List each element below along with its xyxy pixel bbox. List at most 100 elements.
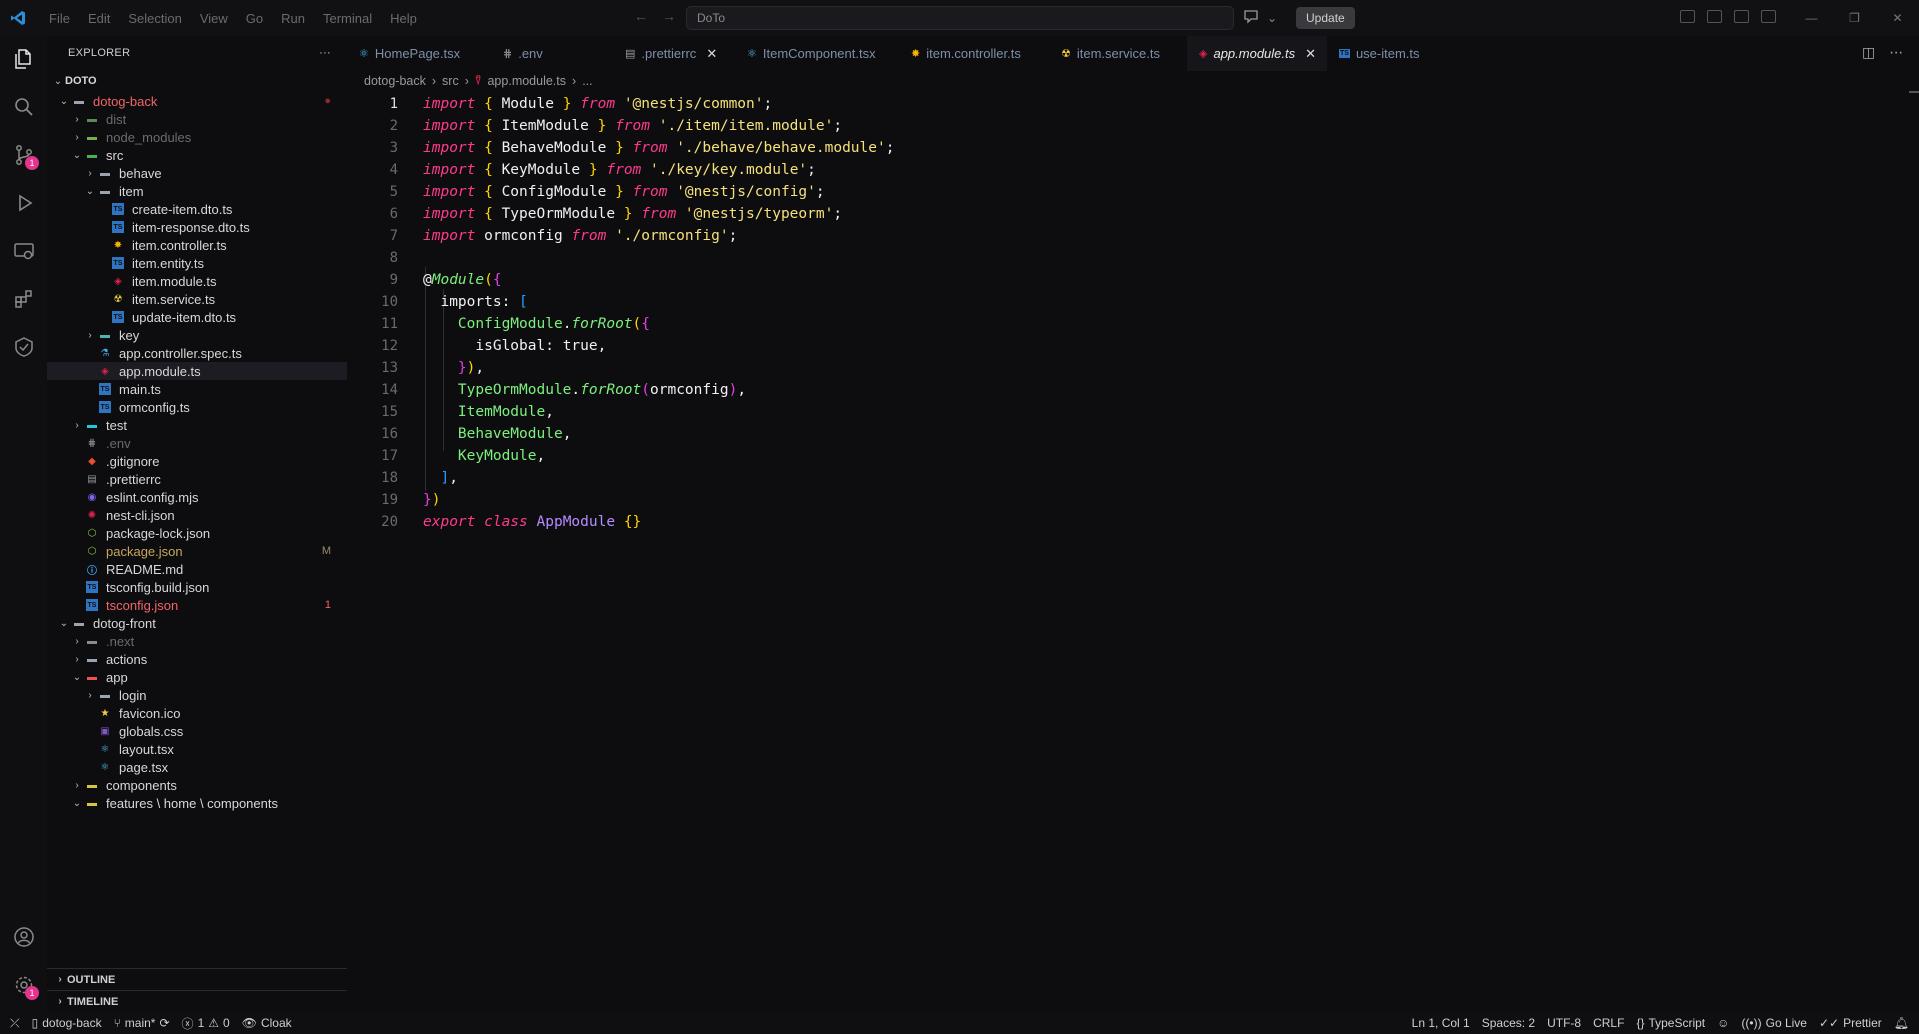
restore-icon[interactable]: ❐ bbox=[1833, 0, 1876, 36]
update-button[interactable]: Update bbox=[1296, 7, 1355, 29]
chevron-down-icon[interactable]: ⌄ bbox=[1267, 11, 1277, 25]
editor-tab[interactable]: ⋕ .env bbox=[491, 36, 613, 71]
file-item[interactable]: ✸ item.controller.ts bbox=[47, 236, 347, 254]
editor-tab[interactable]: TS use-item.ts bbox=[1327, 36, 1435, 71]
file-item[interactable]: ◆ .gitignore bbox=[47, 452, 347, 470]
folder-item[interactable]: › ▬ node_modules bbox=[47, 128, 347, 146]
back-arrow-icon[interactable]: ← bbox=[634, 8, 648, 24]
menu-edit[interactable]: Edit bbox=[79, 11, 119, 26]
toggle-secondary-sidebar-icon[interactable] bbox=[1761, 10, 1776, 23]
encoding[interactable]: UTF-8 bbox=[1541, 1016, 1587, 1030]
forward-arrow-icon[interactable]: → bbox=[662, 8, 676, 24]
file-item[interactable]: ✺ nest-cli.json bbox=[47, 506, 347, 524]
menu-run[interactable]: Run bbox=[272, 11, 314, 26]
outline-section[interactable]: › OUTLINE bbox=[47, 968, 347, 990]
branch-indicator[interactable]: ⑂ main* ⟳ bbox=[108, 1016, 176, 1030]
prettier-status[interactable]: ✓✓ Prettier bbox=[1813, 1016, 1888, 1030]
notifications-bell-icon[interactable]: 🔔︎ bbox=[1888, 1016, 1919, 1030]
split-editor-icon[interactable]: ◫ bbox=[1862, 44, 1875, 61]
customize-layout-icon[interactable] bbox=[1680, 10, 1695, 23]
toggle-primary-sidebar-icon[interactable] bbox=[1707, 10, 1722, 23]
sync-icon[interactable]: ⟳ bbox=[159, 1016, 169, 1030]
accounts-icon[interactable] bbox=[11, 924, 37, 950]
menu-help[interactable]: Help bbox=[381, 11, 426, 26]
menu-file[interactable]: File bbox=[40, 11, 79, 26]
file-item[interactable]: ⓘ README.md bbox=[47, 560, 347, 578]
file-item[interactable]: ◈ app.module.ts bbox=[47, 362, 347, 380]
folder-item[interactable]: › ▬ key bbox=[47, 326, 347, 344]
file-item[interactable]: TS item-response.dto.ts bbox=[47, 218, 347, 236]
end-of-line[interactable]: CRLF bbox=[1587, 1016, 1630, 1030]
folder-item[interactable]: › ▬ login bbox=[47, 686, 347, 704]
copilot-chat-button[interactable]: ⌄ bbox=[1236, 6, 1284, 30]
file-item[interactable]: ◈ item.module.ts bbox=[47, 272, 347, 290]
file-item[interactable]: TS tsconfig.build.json bbox=[47, 578, 347, 596]
remote-explorer-icon[interactable] bbox=[11, 238, 37, 264]
toggle-panel-icon[interactable] bbox=[1734, 10, 1749, 23]
explorer-icon[interactable] bbox=[11, 46, 37, 72]
extensions-icon[interactable] bbox=[11, 286, 37, 312]
editor-tab[interactable]: ⚛ HomePage.tsx bbox=[347, 36, 491, 71]
breadcrumb-file[interactable]: app.module.ts bbox=[487, 74, 566, 88]
testing-icon[interactable] bbox=[11, 334, 37, 360]
folder-item[interactable]: › ▬ test bbox=[47, 416, 347, 434]
folder-item[interactable]: ⌄ ▬ dotog-front bbox=[47, 614, 347, 632]
folder-item[interactable]: › ▬ .next bbox=[47, 632, 347, 650]
file-item[interactable]: ⚛ layout.tsx bbox=[47, 740, 347, 758]
code-editor[interactable]: 1 import { Module } from '@nestjs/common'… bbox=[347, 91, 1919, 1012]
close-tab-icon[interactable]: ✕ bbox=[706, 46, 717, 62]
menu-go[interactable]: Go bbox=[237, 11, 272, 26]
editor-tab[interactable]: ▤ .prettierrc ✕ bbox=[613, 36, 735, 71]
file-item[interactable]: ⚛ page.tsx bbox=[47, 758, 347, 776]
editor-tab[interactable]: ✸ item.controller.ts bbox=[899, 36, 1049, 71]
folder-item[interactable]: › ▬ actions bbox=[47, 650, 347, 668]
folder-item[interactable]: ⌄ ▬ features \ home \ components bbox=[47, 794, 347, 812]
more-actions-icon[interactable]: ⋯ bbox=[1889, 44, 1903, 61]
file-item[interactable]: ◉ eslint.config.mjs bbox=[47, 488, 347, 506]
file-item[interactable]: ▣ globals.css bbox=[47, 722, 347, 740]
editor-tab[interactable]: ⚛ ItemComponent.tsx bbox=[735, 36, 899, 71]
breadcrumb-folder[interactable]: src bbox=[442, 74, 459, 88]
breadcrumb-folder[interactable]: dotog-back bbox=[364, 74, 426, 88]
folder-item[interactable]: › ▬ components bbox=[47, 776, 347, 794]
menu-terminal[interactable]: Terminal bbox=[314, 11, 381, 26]
file-item[interactable]: ⋕ .env bbox=[47, 434, 347, 452]
language-mode[interactable]: {} TypeScript bbox=[1630, 1016, 1711, 1030]
file-item[interactable]: ⬡ package.json M bbox=[47, 542, 347, 560]
copilot-status[interactable]: ☺ bbox=[1711, 1016, 1735, 1030]
editor-tab[interactable]: ☢ item.service.ts bbox=[1049, 36, 1187, 71]
file-item[interactable]: TS create-item.dto.ts bbox=[47, 200, 347, 218]
file-item[interactable]: TS main.ts bbox=[47, 380, 347, 398]
run-debug-icon[interactable] bbox=[11, 190, 37, 216]
settings-gear-icon[interactable]: 1 bbox=[11, 972, 39, 1000]
file-item[interactable]: TS update-item.dto.ts bbox=[47, 308, 347, 326]
remote-indicator[interactable]: ⤫ bbox=[0, 1016, 26, 1031]
folder-item[interactable]: ⌄ ▬ src bbox=[47, 146, 347, 164]
timeline-section[interactable]: › TIMELINE bbox=[47, 990, 347, 1012]
file-item[interactable]: TS tsconfig.json 1 bbox=[47, 596, 347, 614]
file-item[interactable]: ☢ item.service.ts bbox=[47, 290, 347, 308]
workspace-root[interactable]: ⌄ DOTO bbox=[47, 70, 347, 92]
cloak-button[interactable]: 👁︎ Cloak bbox=[236, 1016, 298, 1030]
search-icon[interactable] bbox=[11, 94, 37, 120]
folder-item[interactable]: ⌄ ▬ app bbox=[47, 668, 347, 686]
folder-item[interactable]: › ▬ dist bbox=[47, 110, 347, 128]
indentation[interactable]: Spaces: 2 bbox=[1476, 1016, 1541, 1030]
workspace-indicator[interactable]: ▯ dotog-back bbox=[26, 1016, 108, 1030]
command-center-search[interactable]: DoTo bbox=[686, 6, 1234, 30]
editor-tab[interactable]: ◈ app.module.ts ✕ bbox=[1187, 36, 1327, 71]
problems-indicator[interactable]: ⓧ 1 ⚠ 0 bbox=[176, 1015, 236, 1032]
close-window-icon[interactable]: ✕ bbox=[1876, 0, 1919, 36]
close-tab-icon[interactable]: ✕ bbox=[1305, 46, 1316, 62]
menu-view[interactable]: View bbox=[191, 11, 237, 26]
file-item[interactable]: ⬡ package-lock.json bbox=[47, 524, 347, 542]
folder-item[interactable]: ⌄ ▬ item bbox=[47, 182, 347, 200]
file-item[interactable]: ⚗ app.controller.spec.ts bbox=[47, 344, 347, 362]
minimize-icon[interactable]: — bbox=[1790, 0, 1833, 36]
breadcrumb-symbol[interactable]: ... bbox=[582, 74, 592, 88]
menu-selection[interactable]: Selection bbox=[119, 11, 190, 26]
go-live-button[interactable]: ((•)) Go Live bbox=[1735, 1016, 1813, 1030]
folder-item[interactable]: › ▬ behave bbox=[47, 164, 347, 182]
more-actions-icon[interactable]: ··· bbox=[319, 47, 331, 59]
file-item[interactable]: TS item.entity.ts bbox=[47, 254, 347, 272]
